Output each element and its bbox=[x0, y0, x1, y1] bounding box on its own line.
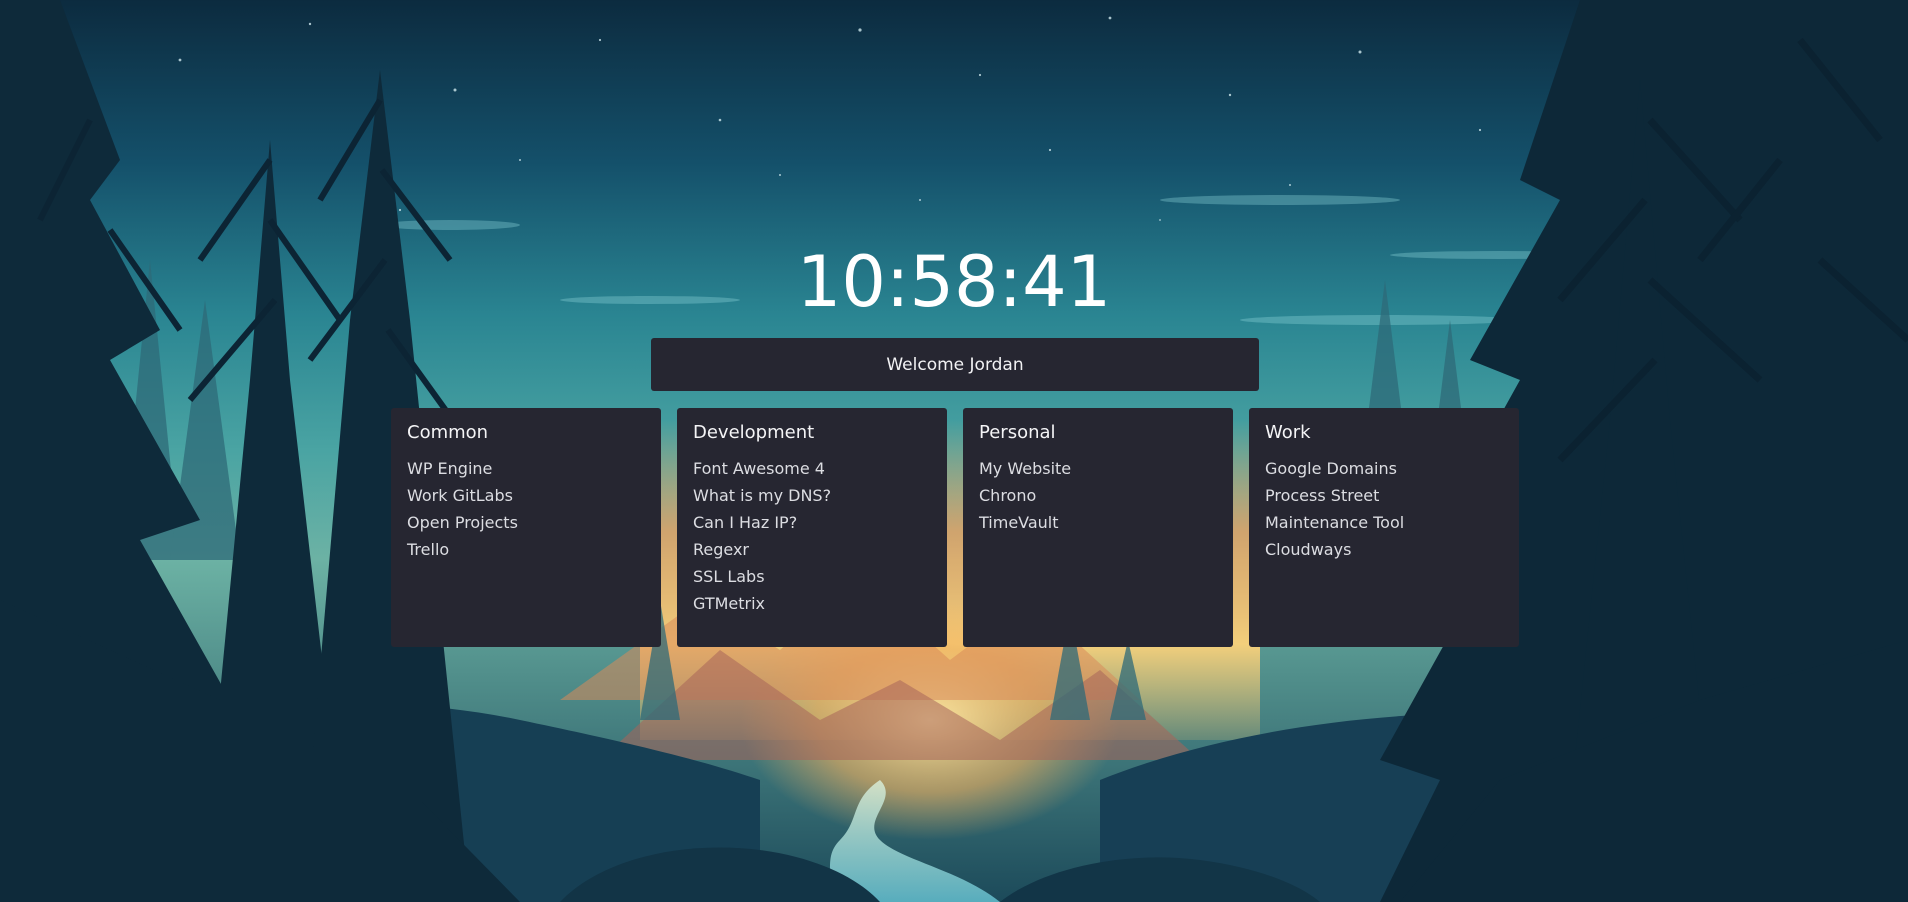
card-personal: Personal My Website Chrono TimeVault bbox=[963, 408, 1233, 647]
bookmark-link[interactable]: Process Street bbox=[1265, 482, 1503, 509]
card-title: Development bbox=[693, 422, 815, 443]
bookmark-link[interactable]: WP Engine bbox=[407, 455, 645, 482]
link-list: My Website Chrono TimeVault bbox=[979, 455, 1217, 536]
bookmark-link[interactable]: TimeVault bbox=[979, 509, 1217, 536]
bookmark-link[interactable]: What is my DNS? bbox=[693, 482, 931, 509]
card-development: Development Font Awesome 4 What is my DN… bbox=[677, 408, 947, 647]
bookmark-link[interactable]: Maintenance Tool bbox=[1265, 509, 1503, 536]
bookmark-link[interactable]: Can I Haz IP? bbox=[693, 509, 931, 536]
bookmark-link[interactable]: GTMetrix bbox=[693, 590, 931, 617]
bookmark-link[interactable]: Regexr bbox=[693, 536, 931, 563]
clock: 10:58:41 bbox=[796, 241, 1112, 323]
link-list: WP Engine Work GitLabs Open Projects Tre… bbox=[407, 455, 645, 563]
link-list: Font Awesome 4 What is my DNS? Can I Haz… bbox=[693, 455, 931, 617]
bookmark-link[interactable]: My Website bbox=[979, 455, 1217, 482]
card-title: Work bbox=[1265, 422, 1311, 443]
bookmark-link[interactable]: SSL Labs bbox=[693, 563, 931, 590]
bookmark-link[interactable]: Work GitLabs bbox=[407, 482, 645, 509]
bookmark-link[interactable]: Trello bbox=[407, 536, 645, 563]
bookmark-link[interactable]: Chrono bbox=[979, 482, 1217, 509]
bookmark-link[interactable]: Cloudways bbox=[1265, 536, 1503, 563]
welcome-banner: Welcome Jordan bbox=[651, 338, 1259, 391]
card-common: Common WP Engine Work GitLabs Open Proje… bbox=[391, 408, 661, 647]
card-work: Work Google Domains Process Street Maint… bbox=[1249, 408, 1519, 647]
bookmark-link[interactable]: Font Awesome 4 bbox=[693, 455, 931, 482]
link-list: Google Domains Process Street Maintenanc… bbox=[1265, 455, 1503, 563]
welcome-text: Welcome Jordan bbox=[886, 354, 1024, 375]
bookmark-link[interactable]: Google Domains bbox=[1265, 455, 1503, 482]
bookmark-link[interactable]: Open Projects bbox=[407, 509, 645, 536]
card-title: Common bbox=[407, 422, 489, 443]
card-title: Personal bbox=[979, 422, 1056, 443]
bookmark-groups: Common WP Engine Work GitLabs Open Proje… bbox=[391, 408, 1519, 647]
